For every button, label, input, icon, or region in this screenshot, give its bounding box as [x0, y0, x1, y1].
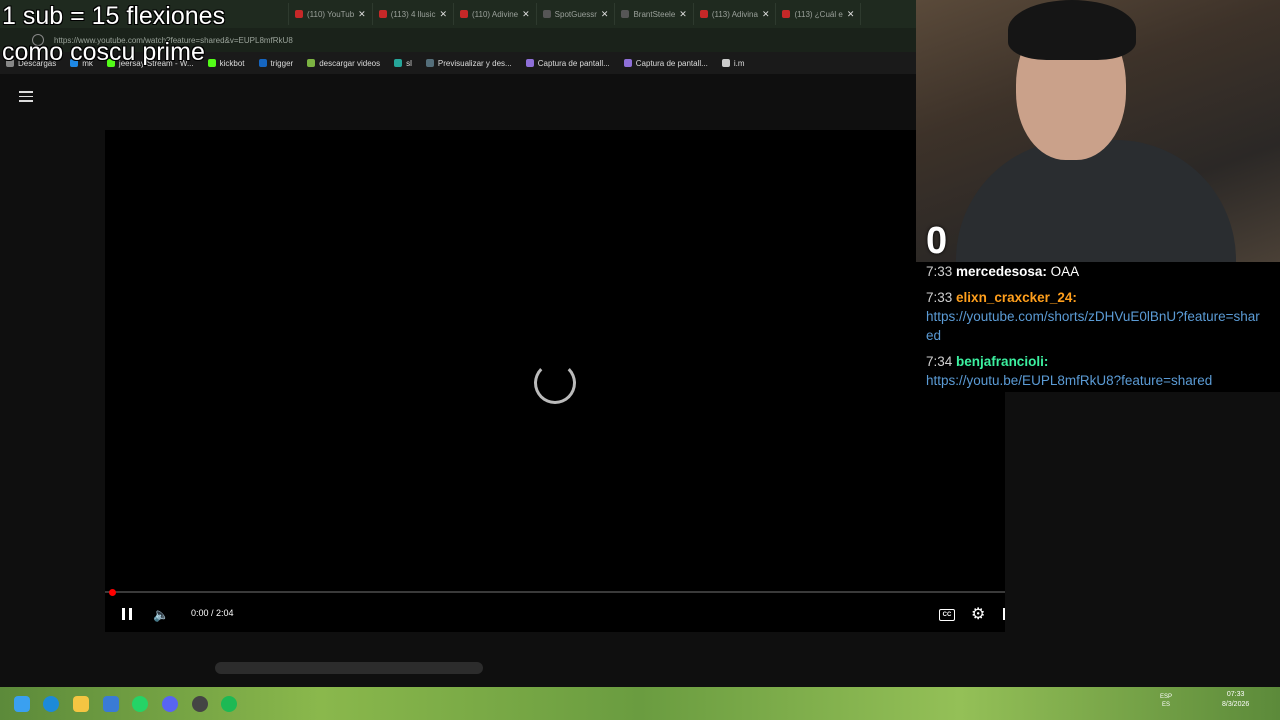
tab-youtube-2[interactable]: (113) 4 llusic ✕ — [373, 3, 455, 25]
bookmark-item[interactable]: Previsualizar y des... — [425, 58, 512, 68]
time-display: 0:00 / 2:04 — [191, 608, 234, 618]
bookmark-label: sl — [406, 58, 412, 68]
bookmark-item[interactable]: trigger — [258, 58, 294, 68]
bookmark-icon — [307, 59, 316, 67]
tab-label: (113) ¿Cuál e — [794, 9, 843, 19]
bookmark-label: Previsualizar y des... — [437, 58, 512, 68]
clock[interactable]: 07:33 8/3/2026 — [1222, 690, 1249, 710]
scroll-indicator — [215, 662, 483, 674]
pushup-counter: 0 — [926, 220, 948, 262]
tab-label: (110) Adivine — [472, 9, 519, 19]
tab-label: (110) YouTub — [307, 9, 355, 19]
bookmark-label: descargar videos — [319, 58, 381, 68]
system-tray — [1095, 687, 1280, 720]
fullscreen-button[interactable] — [1003, 608, 1005, 620]
tab-youtube-5[interactable]: (113) ¿Cuál e ✕ — [776, 3, 862, 25]
tab-label: (113) 4 llusic — [390, 9, 436, 19]
overlay-line-2: como coscu prime — [2, 38, 205, 66]
bookmark-item[interactable]: sl — [394, 59, 412, 68]
captions-button[interactable]: CC — [939, 609, 955, 621]
bookmark-icon — [721, 59, 730, 67]
bookmark-item[interactable]: Captura de pantall... — [623, 58, 708, 68]
obs-icon[interactable] — [192, 696, 208, 712]
chat-user: benjafrancioli: — [956, 354, 1049, 369]
chat-time: 7:33 — [926, 264, 953, 279]
close-icon[interactable]: ✕ — [847, 9, 855, 20]
edge-icon[interactable] — [43, 696, 59, 712]
bookmark-icon — [394, 59, 403, 67]
close-icon[interactable]: ✕ — [601, 9, 609, 20]
tab-spotguessr[interactable]: SpotGuessr ✕ — [537, 3, 616, 25]
tab-brantsteele[interactable]: BrantSteele ✕ — [615, 3, 694, 25]
webcam-hair — [1008, 0, 1136, 60]
close-icon[interactable]: ✕ — [762, 9, 770, 20]
chat-time: 7:34 — [926, 354, 953, 369]
tab-label: (113) Adivina — [711, 9, 758, 19]
close-icon[interactable]: ✕ — [522, 9, 530, 20]
tab-youtube-4[interactable]: (113) Adivina ✕ — [694, 3, 777, 25]
progress-bar[interactable] — [105, 591, 1005, 593]
youtube-icon — [378, 10, 387, 18]
tab-youtube-3[interactable]: (110) Adivine ✕ — [454, 3, 537, 25]
volume-icon[interactable]: 🔈 — [153, 607, 169, 623]
taskbar: ESP ES 07:33 8/3/2026 — [0, 687, 1280, 720]
bookmark-icon — [258, 59, 267, 67]
language-indicator[interactable]: ESP ES — [1160, 693, 1172, 709]
youtube-icon — [699, 10, 708, 18]
webcam-feed: 0 — [916, 0, 1280, 262]
tab-label: SpotGuessr — [554, 9, 597, 19]
bookmark-icon — [207, 59, 216, 67]
bookmark-label: kickbot — [219, 58, 245, 68]
bookmark-item[interactable]: descargar videos — [307, 59, 380, 68]
bookmark-item[interactable]: kickbot — [207, 58, 245, 68]
spotguessr-icon — [542, 10, 551, 18]
snipping-tool-icon[interactable] — [103, 696, 119, 712]
bookmark-item[interactable]: i.m — [721, 58, 745, 68]
player-controls: 🔈 0:00 / 2:04 CC ⚙ — [105, 602, 1005, 632]
bookmark-icon — [425, 59, 434, 67]
close-icon[interactable]: ✕ — [679, 9, 687, 20]
youtube-icon — [460, 10, 469, 18]
overlay-line-1: 1 sub = 15 flexiones — [2, 2, 226, 30]
tab-label: BrantSteele — [633, 9, 676, 19]
bookmark-item[interactable]: Captura de pantall... — [525, 58, 610, 68]
bookmark-label: trigger — [270, 58, 294, 68]
chat-panel: 7:33 mercedesosa: OAA 7:33 elixn_craxcke… — [916, 262, 1280, 392]
whatsapp-icon[interactable] — [132, 696, 148, 712]
webcam-shirt — [956, 140, 1236, 262]
settings-gear-icon[interactable]: ⚙ — [971, 604, 985, 624]
chat-link[interactable]: https://youtu.be/EUPL8mfRkU8?feature=sha… — [926, 373, 1212, 388]
chat-message: 7:33 mercedesosa: OAA — [926, 262, 1266, 281]
close-icon[interactable]: ✕ — [358, 9, 366, 20]
close-icon[interactable]: ✕ — [439, 9, 447, 20]
youtube-icon — [782, 10, 791, 18]
bookmark-label: i.m — [733, 58, 745, 68]
bookmark-icon — [525, 59, 534, 67]
brantsteele-icon — [621, 10, 630, 18]
pause-button[interactable] — [121, 608, 133, 620]
chat-message: 7:33 elixn_craxcker_24: https://youtube.… — [926, 288, 1266, 345]
menu-icon[interactable] — [19, 88, 33, 105]
bookmark-label: Captura de pantall... — [537, 58, 610, 68]
chat-time: 7:33 — [926, 290, 953, 305]
chat-message: 7:34 benjafrancioli: https://youtu.be/EU… — [926, 352, 1266, 390]
chat-text: OAA — [1050, 264, 1080, 279]
bookmark-icon — [623, 59, 632, 67]
file-explorer-icon[interactable] — [73, 696, 89, 712]
tab-youtube-1[interactable]: (110) YouTub ✕ — [289, 3, 373, 25]
discord-icon[interactable] — [162, 696, 178, 712]
chat-link[interactable]: https://youtube.com/shorts/zDHVuE0lBnU?f… — [926, 309, 1260, 343]
video-player[interactable]: 🔈 0:00 / 2:04 CC ⚙ — [105, 130, 1005, 632]
chat-user: mercedesosa: — [956, 264, 1047, 279]
youtube-icon — [295, 10, 303, 18]
spotify-icon[interactable] — [221, 696, 237, 712]
youtube-page: 🔈 0:00 / 2:04 CC ⚙ — [0, 74, 1005, 687]
progress-scrubber[interactable] — [109, 589, 116, 596]
windows-start-icon[interactable] — [14, 696, 30, 712]
bookmark-label: Captura de pantall... — [635, 58, 708, 68]
loading-spinner-icon — [534, 362, 576, 404]
chat-user: elixn_craxcker_24: — [956, 290, 1077, 305]
